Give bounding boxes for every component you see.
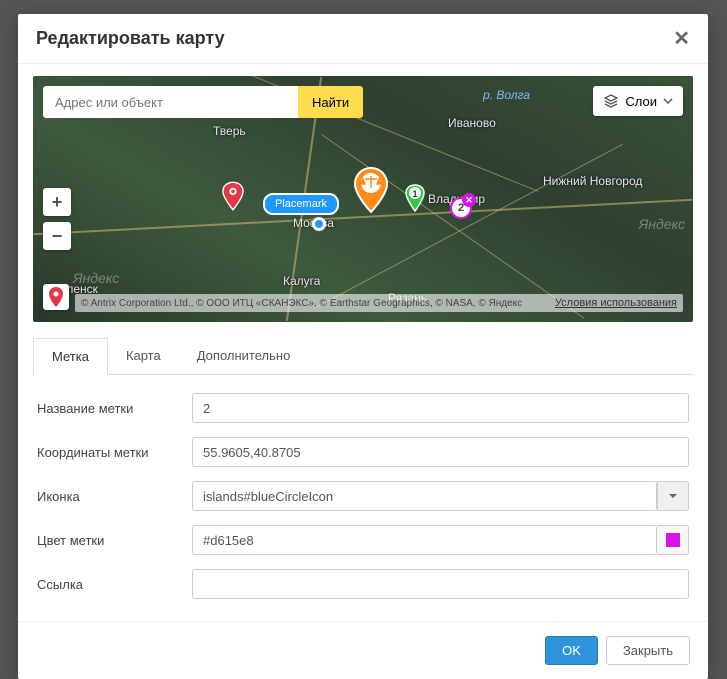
caret-down-icon: [668, 491, 678, 501]
map-pin-red[interactable]: [222, 181, 244, 211]
map-layers-button[interactable]: Слои: [593, 86, 683, 116]
map-attribution: © Antrix Corporation Ltd., © ООО ИТЦ «СК…: [75, 294, 683, 312]
tab-map[interactable]: Карта: [108, 338, 179, 374]
map-pin-green-1[interactable]: 1: [405, 184, 425, 212]
zoom-in-button[interactable]: +: [43, 188, 71, 216]
row-name: Название метки: [37, 393, 689, 423]
map-canvas[interactable]: р. Волга Тверь Иваново Нижний Новгород М…: [33, 76, 693, 322]
input-marker-color[interactable]: [192, 525, 657, 555]
circle-pin-delete-icon[interactable]: ✕: [462, 193, 476, 207]
input-marker-link[interactable]: [192, 569, 689, 599]
modal-footer: OK Закрыть: [18, 621, 708, 679]
tab-additional[interactable]: Дополнительно: [179, 338, 309, 374]
modal-header: Редактировать карту ✕: [18, 14, 708, 64]
map-pin-circle-2[interactable]: 2 ✕: [450, 197, 472, 219]
zoom-controls: + −: [43, 188, 71, 250]
icon-dropdown-button[interactable]: [657, 481, 689, 511]
locate-button[interactable]: [43, 284, 69, 310]
icon-combo: [192, 481, 689, 511]
input-marker-icon[interactable]: [192, 481, 657, 511]
label-name: Название метки: [37, 401, 192, 416]
map-search-button[interactable]: Найти: [298, 86, 363, 118]
ok-button[interactable]: OK: [545, 636, 598, 665]
label-coords: Координаты метки: [37, 445, 192, 460]
svg-text:1: 1: [412, 189, 417, 199]
row-color: Цвет метки: [37, 525, 689, 555]
modal-close-button[interactable]: ✕: [673, 26, 690, 51]
modal-title: Редактировать карту: [36, 28, 225, 49]
tab-marker[interactable]: Метка: [33, 338, 108, 375]
row-link: Ссылка: [37, 569, 689, 599]
label-link: Ссылка: [37, 577, 192, 592]
color-combo: [192, 525, 689, 555]
label-color: Цвет метки: [37, 533, 192, 548]
map-pin-orange-scales[interactable]: [352, 166, 390, 214]
input-marker-name[interactable]: [192, 393, 689, 423]
zoom-out-button[interactable]: −: [43, 222, 71, 250]
placemark-bubble[interactable]: Placemark: [263, 193, 339, 215]
edit-map-modal: Редактировать карту ✕ р. Волга Тверь Ива…: [18, 14, 708, 679]
attribution-text: © Antrix Corporation Ltd., © ООО ИТЦ «СК…: [81, 298, 522, 309]
map-search-input[interactable]: [43, 86, 298, 118]
modal-body: р. Волга Тверь Иваново Нижний Новгород М…: [18, 64, 708, 621]
color-swatch-button[interactable]: [657, 525, 689, 555]
layers-icon: [603, 93, 619, 109]
row-icon: Иконка: [37, 481, 689, 511]
blue-dot-marker[interactable]: [312, 217, 326, 231]
row-coords: Координаты метки: [37, 437, 689, 467]
marker-form: Название метки Координаты метки Иконка Ц…: [33, 375, 693, 621]
color-swatch-preview: [666, 533, 680, 547]
chevron-down-icon: [663, 96, 673, 106]
label-icon: Иконка: [37, 489, 192, 504]
map-searchbar: Найти: [43, 86, 363, 118]
close-button[interactable]: Закрыть: [606, 636, 690, 665]
terms-link[interactable]: Условия использования: [555, 297, 677, 309]
tabs: Метка Карта Дополнительно: [33, 338, 693, 375]
input-marker-coords[interactable]: [192, 437, 689, 467]
layers-label: Слои: [625, 94, 657, 109]
